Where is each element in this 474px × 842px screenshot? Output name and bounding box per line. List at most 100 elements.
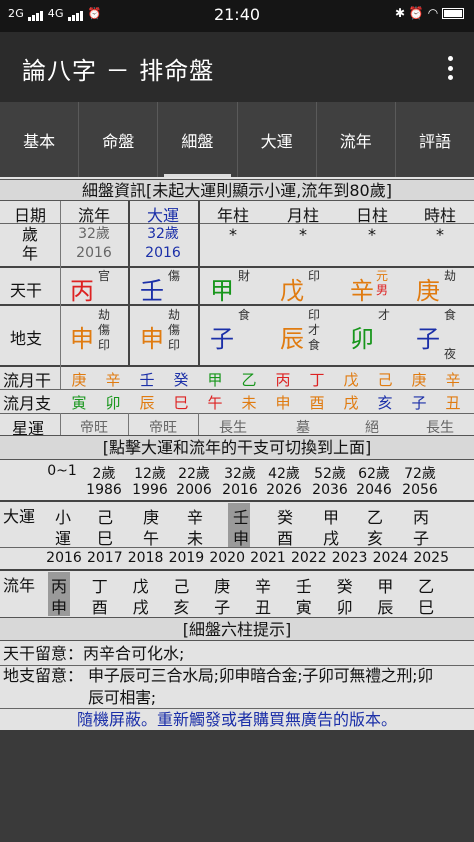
- dizhi-char[interactable]: 申: [70, 319, 94, 354]
- liuyuegan-label: 流月干: [3, 371, 52, 390]
- battery-icon: [442, 8, 464, 19]
- liunian-year: 2022: [290, 550, 327, 566]
- wifi-icon: ◠: [427, 6, 439, 20]
- dizhi-tip-label: 地支留意：: [3, 666, 84, 685]
- dayun-zhi[interactable]: 戌: [321, 525, 341, 549]
- liunian-zhi[interactable]: 申: [49, 594, 69, 618]
- dizhi-char[interactable]: 子: [210, 319, 234, 354]
- tiangan-note: 印: [308, 269, 321, 283]
- liunian-zhi[interactable]: 酉: [90, 594, 110, 618]
- dayun-year: 2036: [312, 482, 348, 498]
- month-char: 辰: [139, 394, 155, 412]
- dizhi-label: 地支: [10, 329, 43, 348]
- dizhi-note: 食: [238, 308, 251, 322]
- dayun-zhi[interactable]: 子: [411, 525, 431, 549]
- month-char: 甲: [207, 371, 223, 389]
- dayun-year: 2046: [356, 482, 392, 498]
- dayun-zhi[interactable]: 運: [53, 525, 73, 549]
- dayun-year: 2056: [402, 482, 438, 498]
- dizhi-note: 才: [378, 308, 391, 322]
- liuyuezhi-label: 流月支: [3, 394, 52, 413]
- tiangan-char[interactable]: 甲: [210, 271, 234, 306]
- liunian-zhi[interactable]: 巳: [416, 594, 436, 618]
- liunian-year: 2023: [331, 550, 368, 566]
- tab-detail[interactable]: 細盤: [158, 102, 238, 177]
- dayun-zhi[interactable]: 申: [231, 525, 251, 549]
- month-char: 癸: [173, 371, 189, 389]
- dayun-age: 0~1: [47, 463, 77, 479]
- dayun-label: 大運: [3, 507, 36, 526]
- xingyun-cell: 帝旺: [80, 420, 108, 436]
- overflow-menu-icon[interactable]: [446, 56, 454, 80]
- tiangan-note: 官: [98, 269, 111, 283]
- liunian-zhi[interactable]: 戌: [131, 594, 151, 618]
- dayun-age: 52歲: [314, 466, 346, 482]
- dayun-age: 2歲: [92, 466, 116, 482]
- month-char: 庚: [71, 371, 87, 389]
- tab-chart[interactable]: 命盤: [79, 102, 159, 177]
- tiangan-char[interactable]: 庚: [416, 271, 440, 306]
- tiangan-tip: 天干留意：丙辛合可化水;: [3, 644, 185, 663]
- liunian-zhi[interactable]: 子: [212, 594, 232, 618]
- section-title-tips: [細盤六柱提示]: [0, 617, 474, 641]
- tiangan-char[interactable]: 戊: [280, 271, 304, 306]
- month-char: 辛: [105, 371, 121, 389]
- system-icons: ✱ ⏰ ◠: [395, 6, 464, 20]
- dayun-year: 1996: [132, 482, 168, 498]
- dayun-age-cell[interactable]: 32歲 2016: [128, 225, 198, 263]
- ad-notice-banner[interactable]: 隨機屏蔽。重新觸發或者購買無廣告的版本。: [0, 709, 474, 731]
- month-char: 申: [275, 394, 291, 412]
- dizhi-note: 食: [308, 338, 321, 352]
- liunian-year: 2017: [86, 550, 123, 566]
- liunian-age-cell[interactable]: 32歲 2016: [60, 225, 128, 263]
- tab-dayun[interactable]: 大運: [238, 102, 317, 177]
- tab-comments[interactable]: 評語: [396, 102, 474, 177]
- month-char: 亥: [377, 394, 393, 412]
- liunian-zhi[interactable]: 丑: [253, 594, 273, 618]
- month-char: 庚: [411, 371, 427, 389]
- tiangan-note: 元: [376, 269, 389, 283]
- dizhi-char[interactable]: 辰: [280, 319, 304, 354]
- liunian-zhi[interactable]: 卯: [335, 594, 355, 618]
- dayun-zhi[interactable]: 巳: [95, 525, 115, 549]
- dizhi-tip-text: 申子辰可三合水局;卯申暗合金;子卯可無禮之刑;卯 辰可相害;: [88, 666, 433, 707]
- tab-bar: 基本 命盤 細盤 大運 流年 評語: [0, 102, 474, 177]
- dayun-zhi[interactable]: 午: [141, 525, 161, 549]
- liunian-zhi[interactable]: 寅: [294, 594, 314, 618]
- xingyun-cell: 絕: [365, 420, 379, 436]
- month-char: 寅: [71, 394, 87, 412]
- dayun-zhi[interactable]: 亥: [365, 525, 385, 549]
- dizhi-char[interactable]: 子: [416, 319, 440, 354]
- star-marker: *: [368, 225, 376, 244]
- dayun-year: 2016: [222, 482, 258, 498]
- dizhi-char[interactable]: 卯: [350, 319, 374, 354]
- alarm-icon: ⏰: [408, 6, 424, 20]
- tiangan-char[interactable]: 壬: [140, 271, 164, 306]
- dizhi-note: 傷: [98, 323, 111, 337]
- dayun-age: 32歲: [224, 466, 256, 482]
- month-char: 壬: [139, 371, 155, 389]
- tab-basic[interactable]: 基本: [0, 102, 80, 177]
- liunian-zhi[interactable]: 辰: [375, 594, 395, 618]
- empty-bottom-area: [0, 730, 474, 842]
- tiangan-char[interactable]: 辛: [350, 271, 374, 306]
- dayun-age: 12歲: [134, 466, 166, 482]
- dizhi-note: 印: [98, 338, 111, 352]
- dayun-zhi[interactable]: 酉: [275, 525, 295, 549]
- liunian-year: 2016: [46, 550, 82, 566]
- liunian-year: 2021: [250, 550, 286, 566]
- section-title-switch: [點擊大運和流年的干支可切換到上面]: [0, 435, 474, 460]
- dayun-age: 42歲: [268, 466, 300, 482]
- dizhi-char[interactable]: 申: [140, 319, 164, 354]
- month-char: 戌: [343, 394, 359, 412]
- month-char: 丑: [445, 394, 461, 412]
- xingyun-cell: 帝旺: [149, 420, 177, 436]
- xingyun-cell: 長生: [426, 420, 454, 436]
- age-label: 歲年: [22, 225, 39, 263]
- liunian-zhi[interactable]: 亥: [171, 594, 191, 618]
- tab-liunian[interactable]: 流年: [317, 102, 396, 177]
- month-char: 酉: [309, 394, 325, 412]
- dayun-zhi[interactable]: 未: [185, 525, 205, 549]
- tiangan-char[interactable]: 丙: [70, 271, 94, 306]
- dizhi-note: 才: [308, 323, 321, 337]
